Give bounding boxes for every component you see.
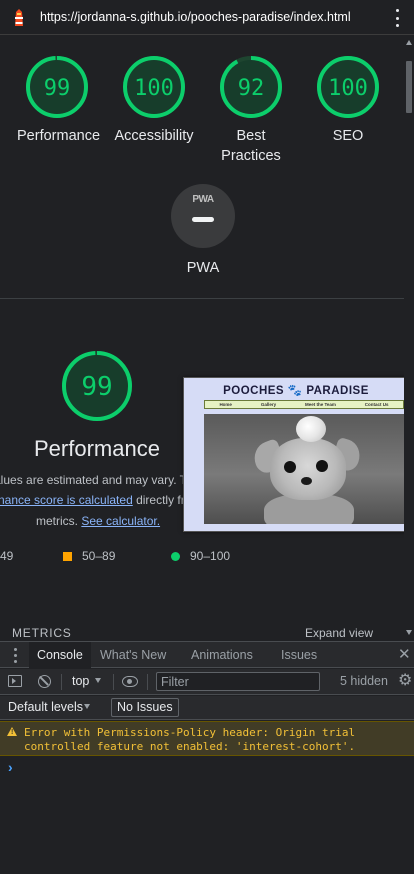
legend-pass: 90–100: [171, 549, 230, 563]
show-sidebar-icon[interactable]: [8, 675, 22, 687]
warning-text: Error with Permissions-Policy header: Or…: [24, 726, 356, 753]
performance-description-line2: nance score is calculated directly fro: [0, 493, 192, 507]
best-practices-score: 92: [238, 76, 265, 101]
expand-view-button[interactable]: Expand view: [305, 626, 373, 640]
legend-average: 50–89: [63, 549, 115, 563]
pass-circle-icon: [171, 552, 180, 561]
accessibility-score: 100: [134, 76, 174, 101]
tab-console[interactable]: Console: [29, 642, 91, 668]
scroll-thumb: [406, 61, 412, 113]
scroll-down-icon: [406, 630, 412, 635]
performance-title: Performance: [34, 436, 160, 461]
performance-description-line3: metrics. See calculator.: [36, 514, 161, 528]
lighthouse-icon: [15, 9, 23, 26]
seo-score: 100: [328, 76, 368, 101]
address-bar: https://jordanna-s.github.io/pooches-par…: [0, 0, 414, 35]
url-text[interactable]: https://jordanna-s.github.io/pooches-par…: [40, 10, 351, 24]
hidden-count: 5 hidden: [340, 674, 388, 688]
metrics-heading: METRICS: [12, 626, 72, 640]
chevron-down-icon[interactable]: [95, 678, 101, 683]
live-expression-eye-icon[interactable]: [122, 676, 138, 687]
console-warning-message: ! Error with Permissions-Policy header: …: [0, 721, 414, 756]
toolbar-divider: [61, 674, 62, 690]
preview-nav-contact: Contact Us: [364, 402, 389, 407]
scroll-up-icon: [406, 40, 412, 45]
toolbar-divider: [147, 674, 148, 690]
best-practices-gauge-ring: 92: [220, 56, 282, 118]
gauge-label-accessibility: Accessibility: [114, 128, 194, 144]
pwa-badge-text: PWA: [192, 194, 214, 205]
log-levels-dropdown[interactable]: Default levels: [8, 700, 83, 714]
drawer-tab-bar: Console What's New Animations Issues ✕: [0, 641, 414, 668]
lighthouse-report: 99 Performance 100 Accessibility 92 Best…: [0, 36, 414, 640]
pwa-label: PWA: [186, 260, 220, 276]
legend-fail: 49: [0, 549, 14, 563]
gauge-accessibility[interactable]: 100 Accessibility: [114, 55, 194, 146]
preview-site-title: POOCHES 🐾 PARADISE: [223, 385, 369, 397]
gauge-label-seo: SEO: [332, 128, 364, 144]
average-square-icon: [63, 552, 72, 561]
page-screenshot-preview[interactable]: POOCHES 🐾 PARADISE Home Gallery Meet the…: [183, 377, 407, 532]
issues-button[interactable]: No Issues: [111, 698, 179, 717]
performance-gauge-ring: 99: [26, 56, 88, 118]
close-icon[interactable]: ✕: [398, 647, 411, 662]
gauge-label-performance: Performance: [17, 128, 101, 144]
context-selector[interactable]: top: [72, 674, 89, 688]
levels-bar: Default levels No Issues: [0, 696, 414, 720]
score-calculation-link[interactable]: nance score is calculated: [0, 493, 133, 507]
preview-nav-gallery: Gallery: [260, 402, 277, 407]
filter-input[interactable]: [156, 672, 320, 691]
accessibility-gauge-ring: 100: [123, 56, 185, 118]
preview-dog-photo: [204, 414, 404, 524]
tab-whats-new[interactable]: What's New: [92, 642, 174, 668]
pwa-dash-icon: [192, 217, 214, 222]
pwa-badge[interactable]: PWA: [171, 184, 235, 248]
gauge-seo[interactable]: 100 SEO: [308, 55, 388, 146]
console-prompt-area[interactable]: ›: [0, 757, 414, 874]
console-toolbar: top 5 hidden ⚙: [0, 669, 414, 695]
performance-score: 99: [44, 76, 71, 101]
more-options-icon[interactable]: [392, 9, 402, 27]
performance-big-gauge: 99: [62, 351, 132, 421]
gauge-best-practices[interactable]: 92 Best Practices: [211, 55, 291, 166]
tab-animations[interactable]: Animations: [183, 642, 261, 668]
toolbar-divider: [113, 674, 114, 690]
preview-nav-home: Home: [219, 402, 232, 407]
drawer-menu-icon[interactable]: [12, 648, 18, 663]
seo-gauge-ring: 100: [317, 56, 379, 118]
see-calculator-link[interactable]: See calculator.: [81, 514, 160, 528]
tab-issues[interactable]: Issues: [273, 642, 325, 668]
section-divider: [0, 298, 414, 299]
chevron-down-icon[interactable]: [84, 704, 90, 709]
performance-big-score: 99: [81, 372, 112, 402]
console-prompt-icon[interactable]: ›: [8, 759, 13, 775]
report-scrollbar[interactable]: [404, 36, 414, 640]
performance-description-line1: alues are estimated and may vary. T: [0, 473, 187, 487]
preview-nav-team: Meet the Team: [304, 402, 336, 407]
gauge-label-best-practices: Best Practices: [221, 128, 281, 164]
preview-nav: Home Gallery Meet the Team Contact Us: [204, 400, 404, 409]
clear-console-icon[interactable]: [38, 675, 51, 688]
gear-icon[interactable]: ⚙: [398, 673, 412, 689]
gauge-performance[interactable]: 99 Performance: [17, 55, 101, 146]
